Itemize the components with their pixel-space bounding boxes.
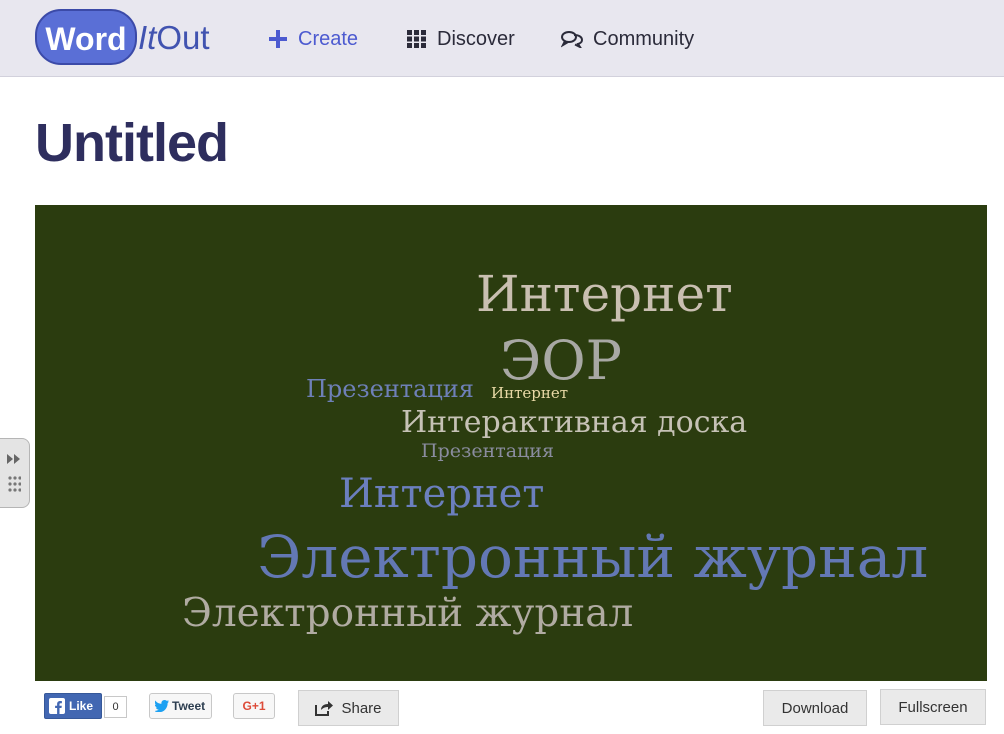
nav-discover[interactable]: Discover xyxy=(407,24,515,54)
grid-icon xyxy=(407,30,427,48)
cloud-word: Интернет xyxy=(491,384,569,402)
google-plus-one-button[interactable]: G+1 xyxy=(233,693,275,719)
cloud-word: Интернет xyxy=(339,471,545,517)
download-label: Download xyxy=(781,699,849,717)
facebook-icon xyxy=(49,698,65,714)
facebook-like-count: 0 xyxy=(104,696,127,718)
cloud-word: Презентация xyxy=(421,440,554,462)
nav-community[interactable]: Community xyxy=(561,24,694,54)
google-plus-label: G+1 xyxy=(242,699,266,713)
fullscreen-label: Fullscreen xyxy=(898,698,968,716)
top-nav-bar: Word ItOut Create Discover Community xyxy=(0,0,1004,77)
twitter-bird-icon xyxy=(155,700,169,712)
cloud-word: ЭОР xyxy=(500,329,622,392)
page-title: Untitled xyxy=(35,113,229,173)
share-arrow-icon xyxy=(315,700,334,716)
drag-grip-icon xyxy=(7,475,22,502)
logo-it: It xyxy=(138,19,157,56)
facebook-like-button[interactable]: Like xyxy=(44,693,102,719)
nav-create-label: Create xyxy=(298,28,359,50)
cloud-word: Электронный журнал xyxy=(182,591,634,636)
logo-text: ItOut xyxy=(138,9,210,67)
nav-create[interactable]: Create xyxy=(268,24,358,54)
share-button[interactable]: Share xyxy=(298,690,399,726)
side-panel-toggle[interactable] xyxy=(0,438,30,508)
nav-discover-label: Discover xyxy=(437,28,515,50)
facebook-like-label: Like xyxy=(69,699,94,713)
cloud-word: Интернет xyxy=(476,265,733,323)
cloud-word: Презентация xyxy=(306,375,474,403)
plus-icon xyxy=(268,29,288,49)
tweet-label: Tweet xyxy=(172,699,206,713)
wordit-out-logo[interactable]: Word ItOut xyxy=(35,9,235,67)
share-label: Share xyxy=(341,699,382,717)
nav-community-label: Community xyxy=(593,28,695,50)
cloud-word: Электронный журнал xyxy=(257,523,929,591)
fullscreen-button[interactable]: Fullscreen xyxy=(880,689,986,725)
tweet-button[interactable]: Tweet xyxy=(149,693,212,719)
chat-bubbles-icon xyxy=(561,30,583,48)
double-chevron-right-icon xyxy=(6,452,22,470)
logo-out: Out xyxy=(156,19,210,56)
word-cloud-canvas[interactable]: Интернет ЭОР Презентация Интернет Интера… xyxy=(35,205,987,681)
download-button[interactable]: Download xyxy=(763,690,867,726)
logo-word: Word xyxy=(35,9,137,65)
cloud-word: Интерактивная доска xyxy=(401,405,748,440)
